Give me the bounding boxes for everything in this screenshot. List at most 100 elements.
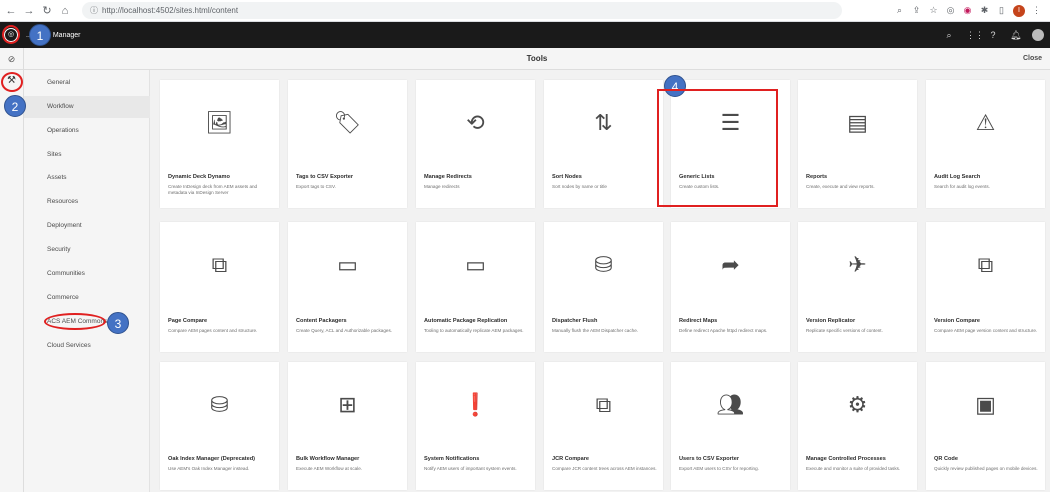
tool-title: Redirect Maps xyxy=(679,318,718,324)
back-icon[interactable]: ← xyxy=(4,4,18,18)
aem-header: ◎ ...rience Manager ⌕ ⋮⋮ ? 🔔︎ xyxy=(0,22,1050,48)
annotation-oval-tools xyxy=(1,72,23,92)
tool-title: Version Compare xyxy=(934,318,981,324)
tool-card-redirect-maps[interactable]: ➦ Redirect Maps Define redirect Apache htt… xyxy=(671,222,790,352)
tool-card-jcr-compare[interactable]: ⧉ JCR Compare Compare JCR content trees ac… xyxy=(544,362,663,490)
tool-card-content-packagers[interactable]: ▭ Content Packagers Create Query, ACL and … xyxy=(288,222,407,352)
nav-item-general[interactable]: General xyxy=(24,72,150,94)
redirect-icon: ⟲ xyxy=(466,110,485,135)
extension-icon[interactable]: ◎ xyxy=(945,5,956,16)
tool-description: Export tags to CSV. xyxy=(296,184,336,189)
tool-title: Version Replicator xyxy=(806,318,856,324)
tool-title: Manage Redirects xyxy=(424,174,472,180)
tool-card-manage-controlled-processes[interactable]: ⚙ Manage Controlled Processes Execute and … xyxy=(798,362,917,490)
tool-title: Sort Nodes xyxy=(552,174,582,180)
annotation-badge-2: 2 xyxy=(4,95,26,117)
nav-item-security[interactable]: Security xyxy=(24,239,150,261)
box-icon: ▭ xyxy=(465,252,486,277)
database-icon: ⛁ xyxy=(210,392,229,417)
nav-item-assets[interactable]: Assets xyxy=(24,167,150,189)
tool-description: Execute and monitor a suite of provided … xyxy=(806,466,901,471)
annotation-badge-3: 3 xyxy=(107,312,129,334)
tool-title: Reports xyxy=(806,174,828,180)
tool-card-users-to-csv-exporter[interactable]: 👥︎ Users to CSV Exporter Export AEM users … xyxy=(671,362,790,490)
tool-description: Manually flush the AEM Dispatcher cache. xyxy=(552,328,639,333)
tool-card-qr-code[interactable]: ▣ QR Code Quickly review published pages o… xyxy=(926,362,1045,490)
menu-icon[interactable]: ⋮ xyxy=(1031,5,1042,16)
send-clock-icon: ✈ xyxy=(848,252,867,277)
tool-title: Tags to CSV Exporter xyxy=(296,174,354,180)
tool-description: Create, execute and view reports. xyxy=(806,184,875,189)
tool-title: JCR Compare xyxy=(552,456,589,462)
page-titlebar: Tools Close xyxy=(24,48,1050,70)
user-avatar[interactable] xyxy=(1032,29,1044,41)
tool-card-manage-redirects[interactable]: ⟲ Manage Redirects Manage redirects xyxy=(416,80,535,208)
compare-icon: ⧉ xyxy=(977,252,994,277)
tool-card-system-notifications[interactable]: ❗ System Notifications Notify AEM users of… xyxy=(416,362,535,490)
nav-item-deployment[interactable]: Deployment xyxy=(24,215,150,237)
help-icon[interactable]: ? xyxy=(988,30,998,40)
search-icon[interactable]: ⌕ xyxy=(944,30,954,41)
tool-description: Quickly review published pages on mobile… xyxy=(934,466,1038,471)
reload-icon[interactable]: ↻ xyxy=(40,4,54,18)
tool-description: Sort nodes by name or title xyxy=(552,184,607,189)
nav-item-commerce[interactable]: Commerce xyxy=(24,287,150,309)
users-icon: 👥︎ xyxy=(716,392,745,417)
audit-icon: ⚠ xyxy=(975,110,996,135)
tool-title: Content Packagers xyxy=(296,318,347,324)
tool-description: Compare JCR content trees across AEM ins… xyxy=(552,466,657,471)
tool-card-oak-index-manager-deprecated[interactable]: ⛁ Oak Index Manager (Deprecated) Use AEM's… xyxy=(160,362,279,490)
close-button[interactable]: Close xyxy=(1023,55,1042,62)
nav-item-workflow[interactable]: Workflow xyxy=(24,96,150,118)
info-icon: ⓘ xyxy=(90,6,98,15)
tool-title: QR Code xyxy=(934,456,958,462)
annotation-oval-acs xyxy=(44,313,106,330)
tool-card-audit-log-search[interactable]: ⚠ Audit Log Search Search for audit log ev… xyxy=(926,80,1045,208)
tool-card-version-compare[interactable]: ⧉ Version Compare Compare AEM page version… xyxy=(926,222,1045,352)
page-title: Tools xyxy=(526,54,548,63)
apps-grid-icon[interactable]: ⋮⋮ xyxy=(966,30,984,41)
tool-card-version-replicator[interactable]: ✈ Version Replicator Replicate specific ve… xyxy=(798,222,917,352)
qr-icon: ▣ xyxy=(975,392,996,417)
star-icon[interactable]: ☆ xyxy=(928,5,939,16)
profile-avatar[interactable]: I xyxy=(1013,4,1025,17)
browser-toolbar: ← → ↻ ⌂ ⓘ http://localhost:4502/sites.ht… xyxy=(0,0,1050,22)
nav-item-communities[interactable]: Communities xyxy=(24,263,150,285)
compare-icon: ⧉ xyxy=(211,252,228,277)
tool-card-bulk-workflow-manager[interactable]: ⊞ Bulk Workflow Manager Execute AEM Workfl… xyxy=(288,362,407,490)
tool-card-tags-to-csv-exporter[interactable]: 🏷︎ Tags to CSV Exporter Export tags to CSV… xyxy=(288,80,407,208)
tool-card-page-compare[interactable]: ⧉ Page Compare Compare AEM pages content a… xyxy=(160,222,279,352)
forward-icon[interactable]: → xyxy=(22,4,36,18)
home-icon[interactable]: ⌂ xyxy=(58,4,72,18)
compass-icon[interactable]: ⊘ xyxy=(0,48,23,70)
share-icon[interactable]: ⇪ xyxy=(911,5,922,16)
color-extension-icon[interactable]: ◉ xyxy=(962,5,973,16)
tool-card-reports[interactable]: ▤ Reports Create, execute and view reports… xyxy=(798,80,917,208)
tool-description: Search for audit log events. xyxy=(934,184,990,189)
sidepanel-icon[interactable]: ▯ xyxy=(996,5,1007,16)
share-arrow-icon: ➦ xyxy=(721,252,740,277)
tool-title: System Notifications xyxy=(424,456,480,462)
puzzle-icon[interactable]: ✱ xyxy=(979,5,990,16)
tool-card-dynamic-deck-dynamo[interactable]: 🖼︎ Dynamic Deck Dynamo Create InDesign dec… xyxy=(160,80,279,208)
tool-card-sort-nodes[interactable]: ⇅ Sort Nodes Sort nodes by name or title xyxy=(544,80,663,208)
nav-item-sites[interactable]: Sites xyxy=(24,144,150,166)
nav-item-operations[interactable]: Operations xyxy=(24,120,150,142)
annotation-badge-1: 1 xyxy=(29,24,51,46)
tag-icon: 🏷︎ xyxy=(333,110,362,135)
tool-description: Notify AEM users of important system eve… xyxy=(424,466,517,471)
alert-icon: ❗ xyxy=(461,392,490,417)
tool-description: Tooling to automatically replicate AEM p… xyxy=(424,328,524,333)
tool-description: Use AEM's Oak Index Manager instead. xyxy=(168,466,250,471)
notifications-icon[interactable]: 🔔︎ xyxy=(1010,30,1021,41)
nav-item-resources[interactable]: Resources xyxy=(24,191,150,213)
tool-card-dispatcher-flush[interactable]: ⛁ Dispatcher Flush Manually flush the AEM … xyxy=(544,222,663,352)
search-icon[interactable]: ⌕ xyxy=(894,5,905,16)
compare-icon: ⧉ xyxy=(595,392,612,417)
tool-description: Create Query, ACL and Authorizable packa… xyxy=(296,328,393,333)
address-bar[interactable]: ⓘ http://localhost:4502/sites.html/conte… xyxy=(82,2,842,19)
workflow-icon: ⊞ xyxy=(338,392,357,417)
nav-item-cloud-services[interactable]: Cloud Services xyxy=(24,335,150,357)
box-icon: ▭ xyxy=(337,252,358,277)
tool-card-automatic-package-replication[interactable]: ▭ Automatic Package Replication Tooling to… xyxy=(416,222,535,352)
